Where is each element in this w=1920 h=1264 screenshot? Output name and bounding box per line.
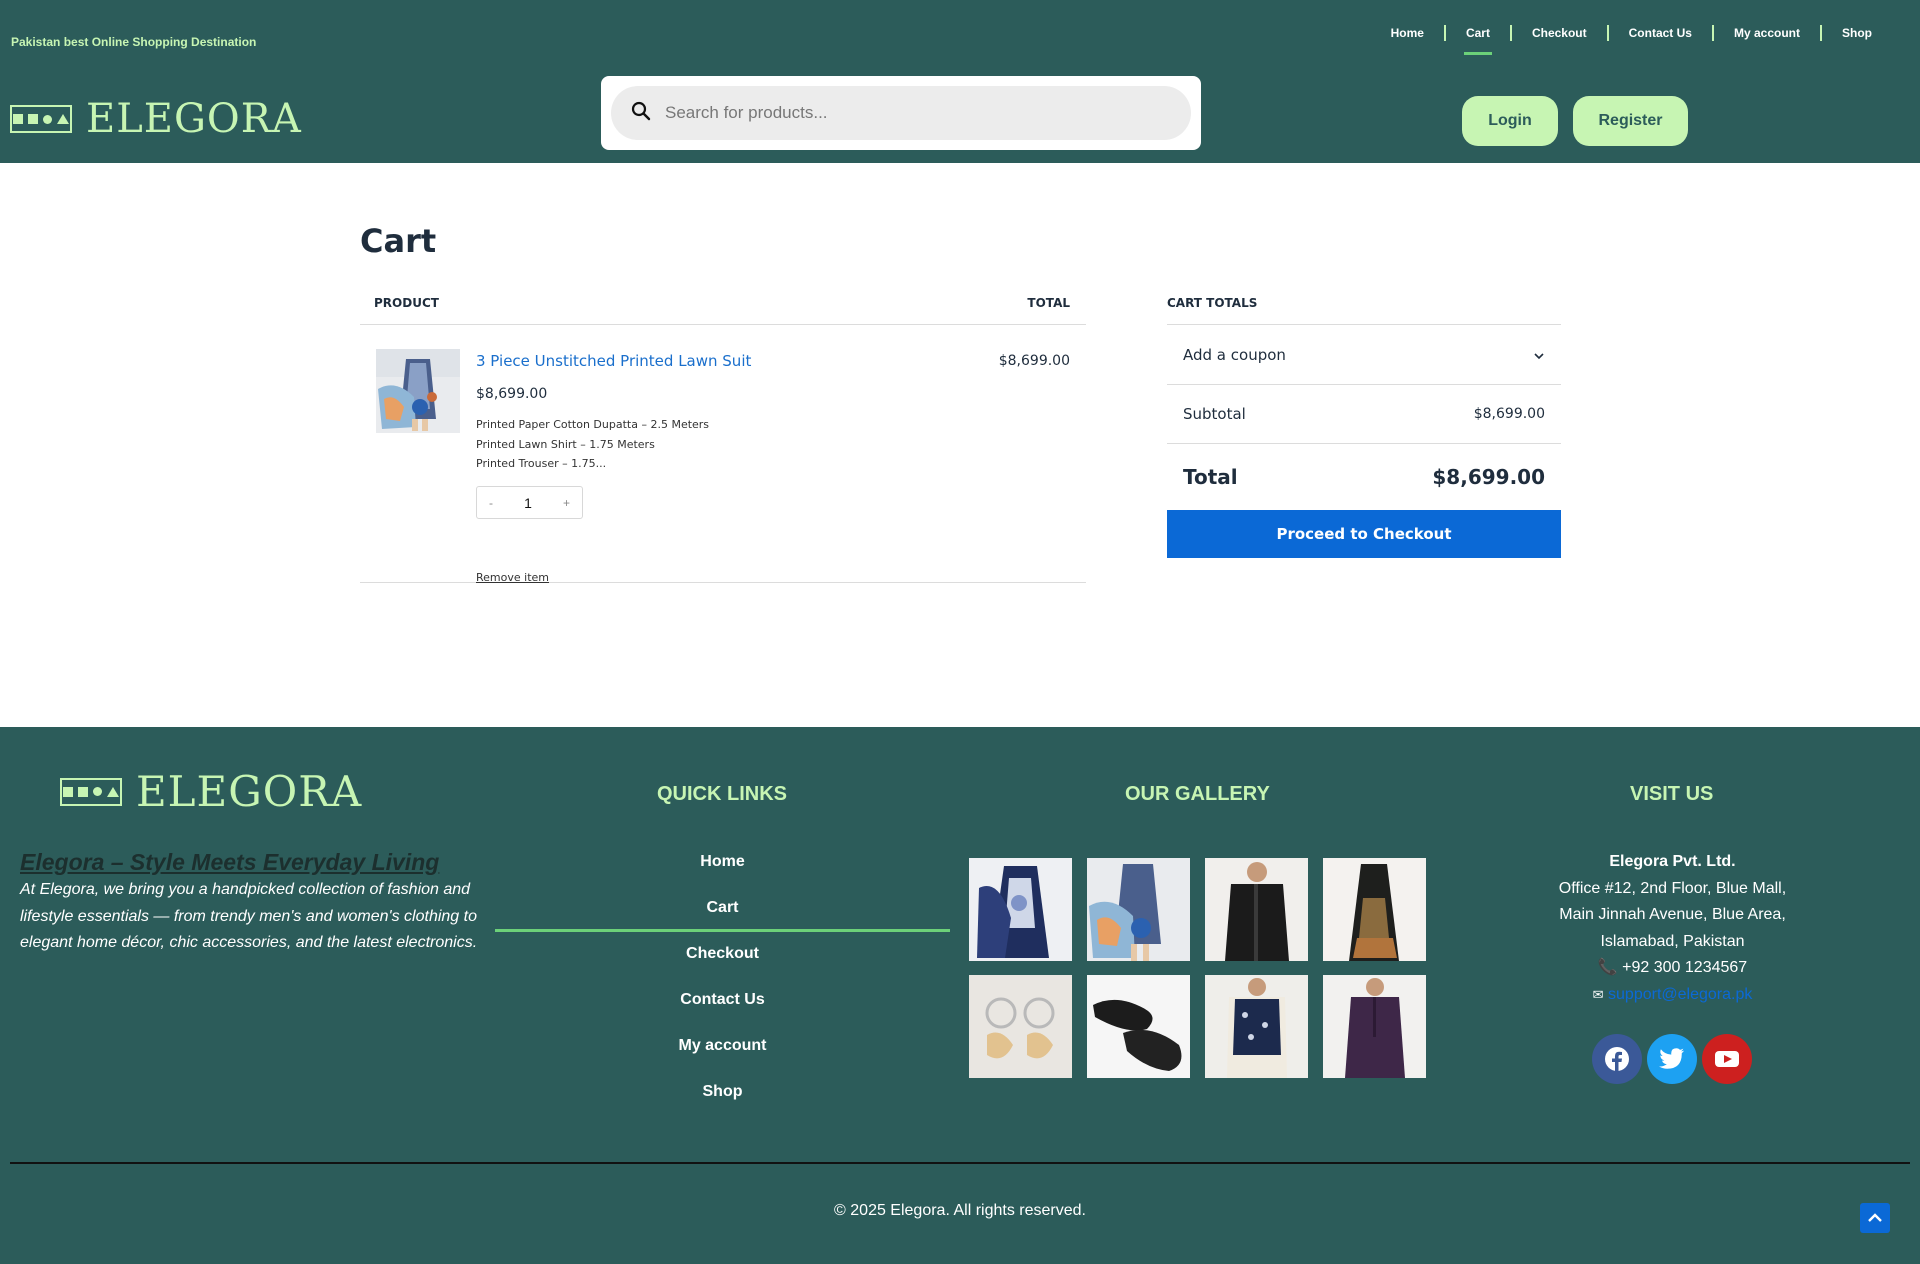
- register-button[interactable]: Register: [1573, 96, 1688, 146]
- copyright-text: © 2025 Elegora. All rights reserved.: [834, 1202, 1086, 1219]
- search-container: [601, 76, 1201, 150]
- gallery-image[interactable]: [1087, 858, 1190, 961]
- footer-link-contact-us[interactable]: Contact Us: [495, 978, 950, 1024]
- product-unit-price: $8,699.00: [476, 386, 548, 402]
- product-meta-line: Printed Paper Cotton Dupatta – 2.5 Meter…: [476, 418, 710, 431]
- login-button[interactable]: Login: [1462, 96, 1558, 146]
- gallery-image[interactable]: [1205, 858, 1308, 961]
- page-title: Cart: [360, 222, 437, 260]
- footer-link-checkout[interactable]: Checkout: [495, 932, 950, 978]
- contact-info: Elegora Pvt. Ltd. Office #12, 2nd Floor,…: [1520, 849, 1825, 1008]
- visit-us-heading: VISIT US: [1630, 783, 1714, 805]
- chevron-up-icon: [1868, 1213, 1882, 1222]
- header-tagline: Pakistan best Online Shopping Destinatio…: [11, 35, 257, 49]
- logo-mark-icon: [60, 777, 122, 806]
- phone-icon: 📞: [1597, 959, 1618, 976]
- about-text: At Elegora, we bring you a handpicked co…: [20, 881, 478, 951]
- search-input[interactable]: [665, 103, 1145, 123]
- cart-table: PRODUCT TOTAL 3 Piece Unstitched Printed…: [360, 290, 1086, 584]
- twitter-icon[interactable]: [1647, 1034, 1697, 1084]
- company-name: Elegora Pvt. Ltd.: [1609, 853, 1736, 870]
- site-header: Pakistan best Online Shopping Destinatio…: [0, 0, 1920, 163]
- gallery-image[interactable]: [969, 975, 1072, 1078]
- footer-link-my-account[interactable]: My account: [495, 1024, 950, 1070]
- logo-mark-icon: [10, 105, 72, 133]
- footer-link-cart[interactable]: Cart: [495, 886, 950, 932]
- cart-totals: CART TOTALS Add a coupon Subtotal $8,699…: [1167, 290, 1561, 558]
- total-row: Total $8,699.00: [1167, 444, 1561, 510]
- proceed-to-checkout-button[interactable]: Proceed to Checkout: [1167, 510, 1561, 558]
- qty-input[interactable]: 1: [524, 495, 532, 511]
- quick-links: Home Cart Checkout Contact Us My account…: [495, 840, 950, 1116]
- subtotal-label: Subtotal: [1183, 405, 1246, 423]
- youtube-icon[interactable]: [1702, 1034, 1752, 1084]
- nav-contact-us[interactable]: Contact Us: [1609, 22, 1712, 52]
- facebook-icon[interactable]: [1592, 1034, 1642, 1084]
- qty-increase-button[interactable]: +: [563, 496, 570, 510]
- total-value: $8,699.00: [1432, 465, 1545, 489]
- product-meta-line: Printed Lawn Shirt – 1.75 Meters: [476, 437, 655, 451]
- gallery-image[interactable]: [1323, 858, 1426, 961]
- gallery-image[interactable]: [1323, 975, 1426, 1078]
- logo-text: ELEGORA: [86, 96, 302, 142]
- nav-checkout[interactable]: Checkout: [1512, 22, 1607, 52]
- qty-decrease-button[interactable]: -: [489, 496, 493, 510]
- email-link[interactable]: support@elegora.pk: [1608, 986, 1752, 1003]
- site-footer: ELEGORA Elegora – Style Meets Everyday L…: [0, 727, 1920, 1264]
- phone-line: 📞 +92 300 1234567: [1520, 955, 1825, 982]
- social-links: [1592, 1034, 1752, 1084]
- col-product-header: PRODUCT: [374, 296, 439, 310]
- product-meta-line: Printed Trouser – 1.75...: [476, 457, 607, 470]
- coupon-toggle[interactable]: Add a coupon: [1167, 325, 1561, 385]
- gallery-image[interactable]: [1205, 975, 1308, 1078]
- cart-item-row: 3 Piece Unstitched Printed Lawn Suit $8,…: [360, 325, 1086, 584]
- mail-icon: ✉: [1592, 986, 1604, 1002]
- quantity-stepper: - 1 +: [476, 486, 583, 519]
- gallery-image[interactable]: [969, 858, 1072, 961]
- chevron-down-icon: [1533, 346, 1545, 364]
- gallery-image[interactable]: [1087, 975, 1190, 1078]
- nav-my-account[interactable]: My account: [1714, 22, 1820, 52]
- footer-link-home[interactable]: Home: [495, 840, 950, 886]
- search-bar: [611, 86, 1191, 140]
- product-name-link[interactable]: 3 Piece Unstitched Printed Lawn Suit: [476, 352, 751, 370]
- product-thumbnail[interactable]: [376, 349, 460, 433]
- subtotal-row: Subtotal $8,699.00: [1167, 385, 1561, 444]
- gallery-heading: OUR GALLERY: [1125, 783, 1270, 805]
- product-description: Printed Paper Cotton Dupatta – 2.5 Meter…: [476, 415, 709, 474]
- col-total-header: TOTAL: [1027, 296, 1070, 310]
- quick-links-heading: QUICK LINKS: [657, 783, 787, 805]
- subtotal-value: $8,699.00: [1473, 406, 1545, 422]
- cart-table-header: PRODUCT TOTAL: [360, 290, 1086, 325]
- about-title: Elegora – Style Meets Everyday Living: [20, 849, 440, 875]
- footer-divider: [10, 1162, 1910, 1164]
- total-label: Total: [1183, 465, 1238, 489]
- nav-home[interactable]: Home: [1371, 22, 1444, 52]
- search-icon[interactable]: [631, 101, 651, 126]
- gallery-grid: [969, 858, 1426, 1078]
- coupon-label: Add a coupon: [1183, 345, 1286, 364]
- nav-cart[interactable]: Cart: [1446, 22, 1510, 55]
- nav-shop[interactable]: Shop: [1822, 22, 1892, 52]
- address-line: Islamabad, Pakistan: [1600, 932, 1745, 950]
- address-line: Main Jinnah Avenue, Blue Area,: [1559, 906, 1786, 923]
- email-line: ✉ support@elegora.pk: [1520, 982, 1825, 1009]
- remove-item-link[interactable]: Remove item: [476, 571, 549, 584]
- address-line: Office #12, 2nd Floor, Blue Mall,: [1558, 879, 1787, 897]
- line-total: $8,699.00: [998, 353, 1070, 369]
- phone-number: +92 300 1234567: [1622, 959, 1748, 976]
- scroll-to-top-button[interactable]: [1860, 1203, 1890, 1233]
- header-logo[interactable]: ELEGORA: [10, 96, 302, 142]
- footer-logo[interactable]: ELEGORA: [60, 767, 362, 816]
- cart-totals-heading: CART TOTALS: [1167, 290, 1561, 325]
- top-nav: Home Cart Checkout Contact Us My account…: [1371, 22, 1892, 55]
- logo-text: ELEGORA: [136, 767, 363, 816]
- footer-link-shop[interactable]: Shop: [495, 1070, 950, 1116]
